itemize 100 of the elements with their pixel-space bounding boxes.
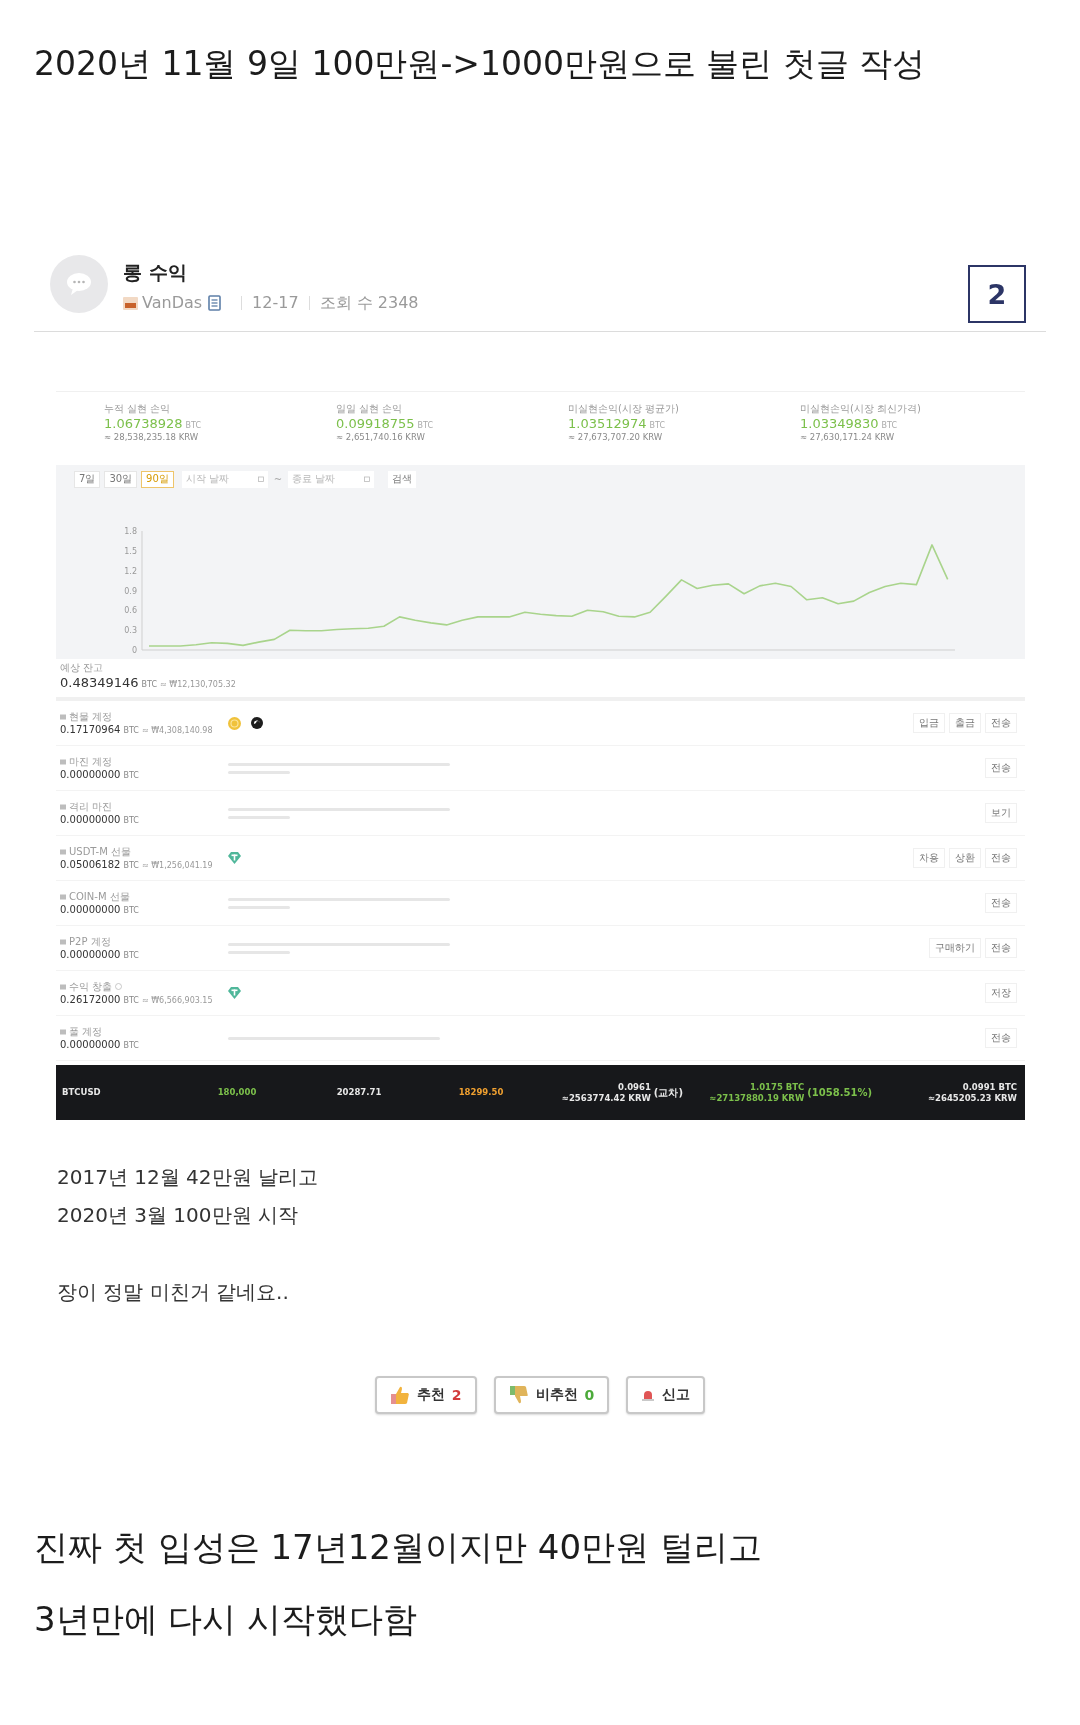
account-action-button[interactable]: 보기 bbox=[985, 803, 1017, 823]
account-action-button[interactable]: 전송 bbox=[985, 713, 1017, 733]
account-action-button[interactable]: 전송 bbox=[985, 1028, 1017, 1048]
y-tick-label: 0 bbox=[131, 646, 137, 655]
unit-label: BTC bbox=[123, 1041, 139, 1050]
calendar-icon bbox=[364, 476, 371, 482]
date-separator: ~ bbox=[273, 473, 283, 485]
unit-label: BTC bbox=[649, 421, 666, 430]
y-tick-label: 1.5 bbox=[124, 546, 137, 556]
account-value: 0.00000000 bbox=[60, 1038, 121, 1051]
stat-sub-value: ≈ 27,630,171.24 KRW bbox=[800, 432, 895, 443]
stat-sub-value: ≈ 27,673,707.20 KRW bbox=[568, 432, 663, 443]
account-value: 0.00000000 bbox=[60, 813, 121, 826]
level-icon bbox=[123, 296, 138, 310]
stat-label: 누적 실현 손익 bbox=[104, 402, 171, 415]
account-action-button[interactable]: 차용 bbox=[913, 848, 945, 868]
account-action-button[interactable]: 구매하기 bbox=[929, 938, 981, 958]
account-value: 0.00000000 bbox=[60, 903, 121, 916]
view-count: 조회 수 2348 bbox=[319, 292, 419, 314]
ticker-note: (1058.51%) bbox=[807, 1087, 872, 1098]
body-text: 2020년 3월 100만원 시작 bbox=[57, 1202, 299, 1229]
unit-label: BTC bbox=[141, 680, 158, 689]
unit-label: BTC bbox=[881, 421, 898, 430]
account-icon bbox=[60, 758, 66, 765]
account-sub-value: ≈ ₩4,308,140.98 bbox=[141, 726, 213, 735]
account-action-button[interactable]: 전송 bbox=[985, 893, 1017, 913]
account-action-button[interactable]: 전송 bbox=[985, 848, 1017, 868]
balance-label: 예상 잔고 bbox=[60, 661, 104, 674]
document-icon[interactable] bbox=[208, 295, 222, 311]
account-action-button[interactable]: 상환 bbox=[949, 848, 981, 868]
stat-value: 1.06738928 bbox=[104, 415, 183, 432]
token-icon bbox=[228, 987, 241, 999]
stat-sub-value: ≈ 28,538,235.18 KRW bbox=[104, 432, 199, 443]
unit-label: BTC bbox=[123, 861, 139, 870]
account-value: 0.00000000 bbox=[60, 948, 121, 961]
y-tick-label: 0.3 bbox=[124, 626, 137, 636]
stat-value: 1.03349830 bbox=[800, 415, 879, 432]
account-label: 격리 마진 bbox=[69, 800, 113, 813]
y-tick-label: 0.9 bbox=[124, 586, 137, 596]
token-icon bbox=[228, 852, 241, 864]
body-text: 2017년 12월 42만원 날리고 bbox=[57, 1164, 319, 1191]
unit-label: BTC bbox=[123, 771, 139, 780]
post-date: 12-17 bbox=[252, 292, 299, 314]
number-badge: 2 bbox=[968, 265, 1026, 323]
search-button[interactable]: 검색 bbox=[388, 470, 417, 488]
account-icon bbox=[60, 848, 66, 855]
unit-label: BTC bbox=[123, 726, 139, 735]
siren-icon bbox=[641, 1388, 656, 1402]
footer-text: 진짜 첫 입성은 17년12월이지만 40만원 털리고 bbox=[34, 1526, 763, 1569]
y-tick-label: 1.2 bbox=[124, 566, 137, 576]
account-icon bbox=[60, 983, 66, 990]
period-tab[interactable]: 7일 bbox=[74, 470, 101, 488]
account-label: 풀 계정 bbox=[69, 1025, 103, 1038]
unit-label: BTC bbox=[123, 951, 139, 960]
upvote-button[interactable]: 추천 2 bbox=[374, 1376, 477, 1414]
account-sub-value: ≈ ₩1,256,041.19 bbox=[141, 861, 213, 870]
report-button[interactable]: 신고 bbox=[626, 1376, 706, 1414]
thumbs-up-icon bbox=[389, 1385, 410, 1405]
body-text: 장이 정말 미친거 같네요.. bbox=[57, 1279, 290, 1306]
ticker-value: 20287.71 bbox=[336, 1087, 382, 1098]
account-value: 0.05006182 bbox=[60, 858, 121, 871]
unit-label: BTC bbox=[417, 421, 434, 430]
chat-bubble-avatar-icon bbox=[50, 255, 108, 313]
account-value: 0.26172000 bbox=[60, 993, 121, 1006]
account-icon bbox=[60, 1028, 66, 1035]
unit-label: BTC bbox=[123, 996, 139, 1005]
thumbs-down-icon bbox=[508, 1385, 529, 1405]
downvote-button[interactable]: 비추천 0 bbox=[493, 1376, 610, 1414]
account-value: 0.17170964 bbox=[60, 723, 121, 736]
stat-value: 1.03512974 bbox=[568, 415, 647, 432]
account-action-button[interactable]: 전송 bbox=[985, 758, 1017, 778]
account-label: P2P 계정 bbox=[69, 935, 111, 948]
ticker-note: (교차) bbox=[653, 1085, 683, 1100]
ticker-value: BTCUSD bbox=[62, 1087, 101, 1098]
account-sub-value: ≈ ₩6,566,903.15 bbox=[141, 996, 213, 1005]
account-label: 수익 창출 bbox=[69, 980, 113, 993]
period-tab[interactable]: 30일 bbox=[104, 470, 138, 488]
balance-sub-value: ≈ ₩12,130,705.32 bbox=[160, 680, 236, 689]
unit-label: BTC bbox=[123, 906, 139, 915]
account-icon bbox=[60, 893, 66, 900]
account-action-button[interactable]: 입금 bbox=[913, 713, 945, 733]
account-action-button[interactable]: 저장 bbox=[985, 983, 1017, 1003]
account-action-button[interactable]: 출금 bbox=[949, 713, 981, 733]
account-icon bbox=[60, 803, 66, 810]
ticker-value: 0.0991 BTC ≈2645205.23 KRW bbox=[927, 1081, 1017, 1104]
stat-sub-value: ≈ 2,651,740.16 KRW bbox=[336, 432, 425, 443]
stat-label: 미실현손익(시장 최신가격) bbox=[800, 402, 921, 415]
calendar-icon bbox=[257, 476, 264, 482]
y-tick-label: 0.6 bbox=[124, 606, 137, 616]
ticker-value: 180,000 bbox=[217, 1087, 257, 1098]
account-label: USDT-M 선물 bbox=[69, 845, 131, 858]
stat-label: 일일 실현 손익 bbox=[336, 402, 403, 415]
period-tab[interactable]: 90일 bbox=[141, 470, 174, 488]
account-label: COIN-M 선물 bbox=[69, 890, 130, 903]
ticker-value: 0.0961 ≈2563774.42 KRW bbox=[561, 1081, 651, 1104]
y-tick-label: 1.8 bbox=[124, 527, 137, 536]
author-name[interactable]: VanDas bbox=[142, 292, 203, 314]
account-action-button[interactable]: 전송 bbox=[985, 938, 1017, 958]
swirl-coin-icon bbox=[251, 717, 263, 729]
account-label: 현물 계정 bbox=[69, 710, 113, 723]
